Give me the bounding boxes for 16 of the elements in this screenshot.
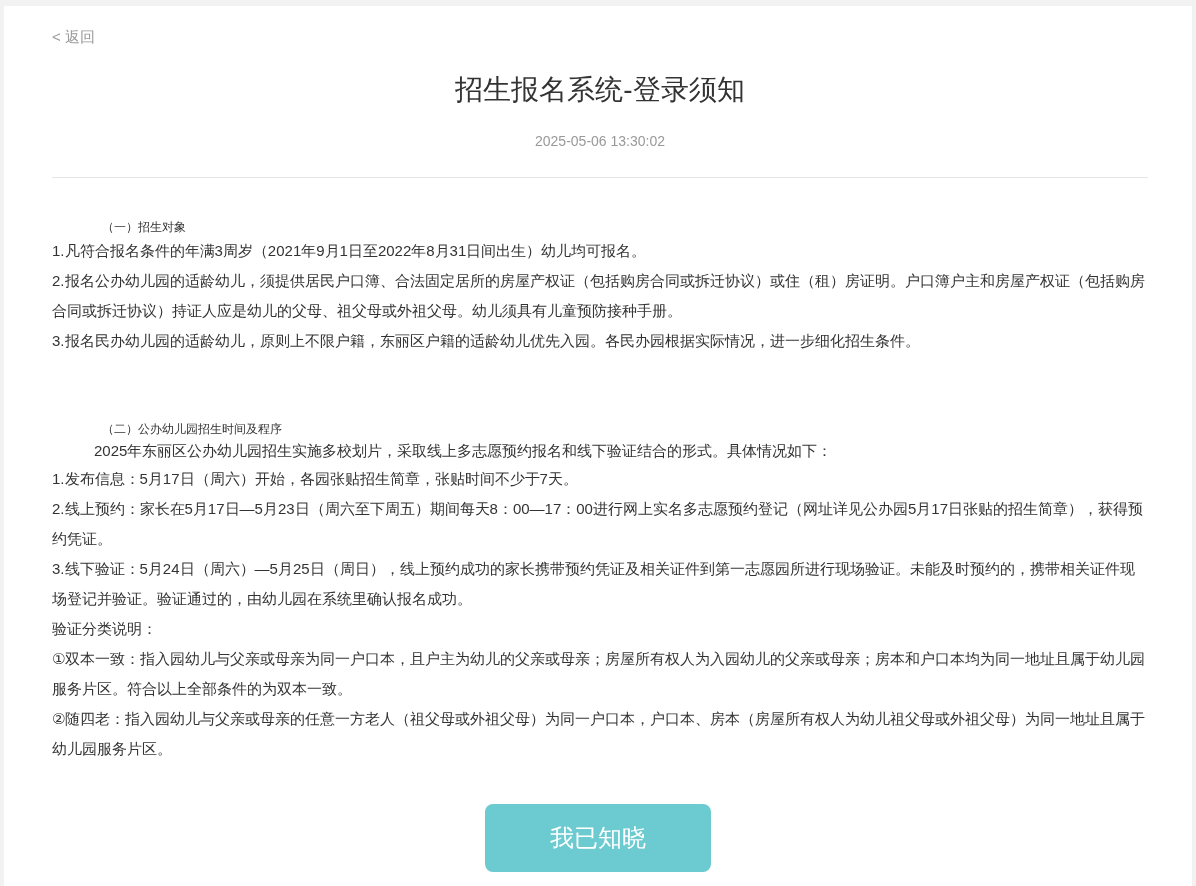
notice-paragraph: 3.报名民办幼儿园的适龄幼儿，原则上不限户籍，东丽区户籍的适龄幼儿优先入园。各民办园根据实际情况，进一步细化招生条件。 bbox=[52, 331, 921, 351]
notice-paragraph: 2.线上预约：家长在5月17日—5月23日（周六至下周五）期间每天8：00—17：00进行网上实名多志愿预约登记（网址详见公办园5月17日张贴的招生简章），获得预约凭证。 bbox=[52, 499, 1144, 549]
notice-paragraph: 1.发布信息：5月17日（周六）开始，各园张贴招生简章，张贴时间不少于7天。 bbox=[52, 469, 579, 489]
section-heading: （二）公办幼儿园招生时间及程序 bbox=[101, 421, 283, 438]
notice-paragraph: 3.线下验证：5月24日（周六）—5月25日（周日），线上预约成功的家长携带预约凭证及相关证件到第一志愿园所进行现场验证。未能及时预约的，携带相关证件现场登记并验证。验证通过的，由幼儿园在系统里确认报名成功。 bbox=[52, 559, 1136, 609]
notice-paragraph: 验证分类说明： bbox=[52, 619, 158, 639]
notice-paragraph: 1.凡符合报名条件的年满3周岁（2021年9月1日至2022年8月31日间出生）幼儿均可报名。 bbox=[52, 241, 648, 261]
back-link[interactable]: < 返回 bbox=[52, 28, 95, 47]
notice-paragraph: ②随四老：指入园幼儿与父亲或母亲的任意一方老人（祖父母或外祖父母）为同一户口本，户口本、房本（房屋所有权人为幼儿祖父母或外祖父母）为同一地址且属于幼儿园服务片区。 bbox=[52, 709, 1147, 759]
notice-paragraph: 2.报名公办幼儿园的适龄幼儿，须提供居民户口簿、合法固定居所的房屋产权证（包括购房合同或拆迁协议）或住（租）房证明。户口簿户主和房屋产权证（包括购房合同或拆迁协议）持证人应是幼儿的父母、祖父母或外祖父母。幼儿须具有儿童预防接种手册。 bbox=[52, 271, 1146, 321]
page-title: 招生报名系统-登录须知 bbox=[454, 73, 746, 107]
notice-paragraph: ①双本一致：指入园幼儿与父亲或母亲为同一户口本，且户主为幼儿的父亲或母亲；房屋所有权人为入园幼儿的父亲或母亲；房本和户口本均为同一地址且属于幼儿园服务片区。符合以上全部条件的为双本一致。 bbox=[52, 649, 1147, 699]
confirm-button[interactable]: 我已知晓 bbox=[485, 804, 711, 872]
notice-paragraph: 2025年东丽区公办幼儿园招生实施多校划片，采取线上多志愿预约报名和线下验证结合的形式。具体情况如下： bbox=[93, 441, 834, 461]
section-heading: （一）招生对象 bbox=[101, 219, 187, 236]
publish-date: 2025-05-06 13:30:02 bbox=[534, 133, 666, 149]
